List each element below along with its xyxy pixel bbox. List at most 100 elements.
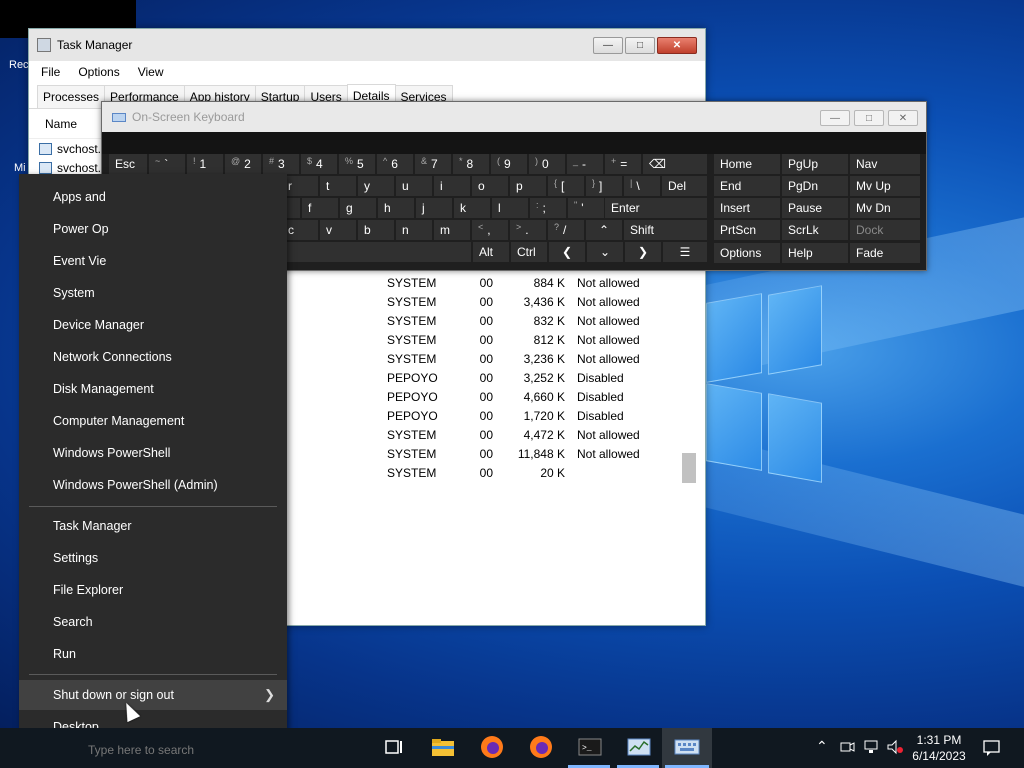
key-del[interactable]: Del [662,176,707,196]
search-box[interactable]: Type here to search [88,743,194,757]
menu-item[interactable]: Event Vie [19,246,287,276]
menu-item[interactable]: Disk Management [19,374,287,404]
table-row[interactable]: PEPOYO 00 3,252 K Disabled [385,368,685,387]
osk-titlebar[interactable]: On-Screen Keyboard [102,102,926,132]
key-shift-right[interactable]: Shift [624,220,707,240]
key-alt-right[interactable]: Alt [473,242,509,262]
key-space[interactable] [261,242,471,262]
key-esc[interactable]: Esc [109,154,147,174]
key-letter[interactable]: b [358,220,394,240]
clock[interactable]: 1:31 PM 6/14/2023 [912,732,966,764]
key-letter[interactable]: r [282,176,318,196]
key-fade[interactable]: Fade [850,243,920,263]
key-mvdn[interactable]: Mv Dn [850,198,920,218]
menu-item[interactable]: Power Op [19,214,287,244]
key-scrlk[interactable]: ScrLk [782,220,848,240]
menu-item-shutdown[interactable]: Shut down or sign out ❯ [19,680,287,710]
key-prtscn[interactable]: PrtScn [714,220,780,240]
menu-view[interactable]: View [132,63,170,81]
key-symbol[interactable]: <, [472,220,508,240]
key-insert[interactable]: Insert [714,198,780,218]
close-button[interactable]: ✕ [657,37,697,54]
key-number[interactable]: _ - [567,154,603,174]
key-number[interactable]: #3 [263,154,299,174]
key-letter[interactable]: u [396,176,432,196]
key-number[interactable]: + = [605,154,641,174]
table-row[interactable]: SYSTEM 00 11,848 K Not allowed [385,444,685,463]
key-letter[interactable]: c [282,220,318,240]
key-letter[interactable]: f [302,198,338,218]
key-number[interactable]: % 5 [339,154,375,174]
menu-key-icon[interactable]: ☰ [663,242,707,262]
key-number[interactable]: ) 0 [529,154,565,174]
key-number[interactable]: & 7 [415,154,451,174]
key-symbol[interactable]: | \ [624,176,660,196]
key-symbol[interactable]: }] [586,176,622,196]
command-prompt-icon[interactable]: >_ [577,734,603,760]
key-symbol[interactable]: " ' [568,198,604,218]
key-mvup[interactable]: Mv Up [850,176,920,196]
arrow-down-icon[interactable]: ⌄ [587,242,623,262]
menu-item[interactable]: Apps and [19,182,287,212]
table-row[interactable]: SYSTEM 00 4,472 K Not allowed [385,425,685,444]
osk-minimize-button[interactable]: — [820,110,850,126]
key-letter[interactable]: m [434,220,470,240]
table-row[interactable]: PEPOYO 00 4,660 K Disabled [385,387,685,406]
key-letter[interactable]: h [378,198,414,218]
desktop-icon-label[interactable]: Rec [9,59,29,71]
key-letter[interactable]: t [320,176,356,196]
maximize-button[interactable]: □ [625,37,655,54]
key-letter[interactable]: k [454,198,490,218]
osk-maximize-button[interactable]: □ [854,110,884,126]
menu-item[interactable]: Run [19,639,287,669]
on-screen-keyboard-taskbar-icon[interactable] [674,734,700,760]
key-number[interactable]: ! 1 [187,154,223,174]
key-ctrl-right[interactable]: Ctrl [511,242,547,262]
table-row[interactable]: PEPOYO 00 1,720 K Disabled [385,406,685,425]
key-number[interactable]: @2 [225,154,261,174]
key-dock[interactable]: Dock [850,220,920,240]
table-row[interactable]: SYSTEM 00 3,236 K Not allowed [385,349,685,368]
key-pause[interactable]: Pause [782,198,848,218]
firefox-icon[interactable] [479,734,505,760]
volume-muted-icon[interactable] [886,739,904,758]
key-letter[interactable]: j [416,198,452,218]
key-symbol[interactable]: ? / [548,220,584,240]
key-letter[interactable]: p [510,176,546,196]
menu-item[interactable]: Task Manager [19,511,287,541]
table-row[interactable]: SYSTEM 00 20 K [385,463,685,482]
key-nav[interactable]: Nav [850,154,920,174]
key-symbol[interactable]: {[ [548,176,584,196]
key-letter[interactable]: o [472,176,508,196]
menu-options[interactable]: Options [72,63,125,81]
key-number[interactable]: $4 [301,154,337,174]
tab-processes[interactable]: Processes [37,85,106,108]
key-letter[interactable]: i [434,176,470,196]
key-options[interactable]: Options [714,243,780,263]
notification-center-icon[interactable] [982,739,1002,760]
key-help[interactable]: Help [782,243,848,263]
key-symbol[interactable]: >. [510,220,546,240]
chevron-up-icon[interactable]: ⌃ [816,738,828,755]
backspace-icon[interactable]: ⌫ [643,154,707,174]
menu-item[interactable]: Network Connections [19,342,287,372]
arrow-left-icon[interactable]: ❮ [549,242,585,262]
task-manager-taskbar-icon[interactable] [626,734,652,760]
key-number[interactable]: * 8 [453,154,489,174]
menu-item[interactable]: Device Manager [19,310,287,340]
menu-item[interactable]: Settings [19,543,287,573]
firefox-icon[interactable] [528,734,554,760]
file-explorer-icon[interactable] [430,734,456,760]
key-number[interactable]: ~ ` [149,154,185,174]
arrow-right-icon[interactable]: ❯ [625,242,661,262]
key-home[interactable]: Home [714,154,780,174]
key-symbol[interactable]: :; [530,198,566,218]
table-row[interactable]: SYSTEM 00 832 K Not allowed [385,311,685,330]
minimize-button[interactable]: — [593,37,623,54]
table-row[interactable]: SYSTEM 00 3,436 K Not allowed [385,292,685,311]
key-letter[interactable]: g [340,198,376,218]
key-letter[interactable]: n [396,220,432,240]
key-letter[interactable]: v [320,220,356,240]
table-row[interactable]: SYSTEM 00 884 K Not allowed [385,273,685,292]
arrow-up-icon[interactable]: ⌃ [586,220,622,240]
